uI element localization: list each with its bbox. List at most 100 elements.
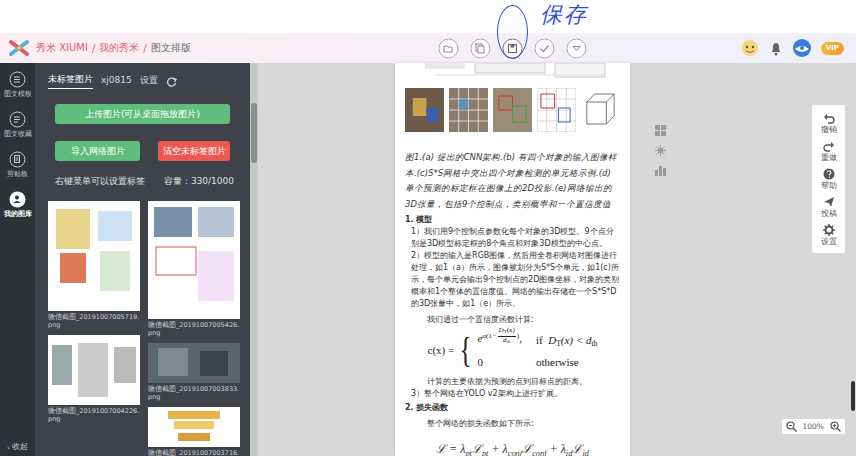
- library-tab[interactable]: 设置: [140, 74, 158, 89]
- tool-label[interactable]: 撤销: [821, 125, 837, 134]
- formula-token: pt: [465, 449, 472, 456]
- frac-num-tail: (x): [507, 326, 515, 334]
- library-tab[interactable]: 未标签图片: [48, 73, 93, 89]
- submit-icon[interactable]: [823, 196, 835, 208]
- zoom-in-icon[interactable]: [830, 421, 841, 432]
- nav-item[interactable]: 我的图库: [0, 191, 35, 231]
- image-thumbnail[interactable]: [48, 201, 140, 311]
- breadcrumb-item[interactable]: 秀米 XIUMI: [36, 41, 88, 55]
- check-icon[interactable]: [534, 38, 555, 59]
- image-item[interactable]: 微信截图_20191007003716.png: [148, 407, 240, 456]
- case-value: 0: [477, 356, 521, 368]
- figure-panel: [405, 88, 444, 132]
- exp-base: e: [477, 332, 482, 344]
- vip-badge[interactable]: VIP: [821, 42, 844, 55]
- image-item[interactable]: 微信截图_20191007005426.png: [148, 201, 240, 337]
- library-scrollbar[interactable]: [250, 63, 258, 456]
- annotation-strip: 保存: [0, 0, 856, 33]
- toolbar-button[interactable]: [438, 38, 459, 59]
- image-thumbnail[interactable]: [148, 407, 240, 447]
- nav-label[interactable]: 剪贴板: [7, 170, 28, 179]
- help-icon[interactable]: [823, 168, 835, 180]
- more-icon[interactable]: [566, 38, 587, 59]
- toolbar-button[interactable]: [534, 38, 555, 59]
- image-thumbnail[interactable]: [148, 343, 240, 383]
- logo-icon[interactable]: [8, 39, 30, 57]
- tool-button[interactable]: 重做: [821, 137, 837, 165]
- side-nav: 图文模板图文收藏剪贴板我的图库 ‹收起: [0, 63, 35, 456]
- user-avatar-icon[interactable]: [792, 38, 812, 58]
- settings-icon[interactable]: [823, 224, 835, 236]
- image-thumbnail[interactable]: [48, 335, 140, 405]
- nav-label[interactable]: 图文收藏: [4, 130, 32, 139]
- templates-icon[interactable]: [9, 71, 26, 88]
- tool-label[interactable]: 重做: [821, 153, 837, 162]
- tool-button[interactable]: 设置: [821, 221, 837, 249]
- nav-item[interactable]: 剪贴板: [0, 151, 35, 191]
- nav-item[interactable]: 图文收藏: [0, 111, 35, 151]
- open-icon[interactable]: [438, 38, 459, 59]
- frac-den-sub: th: [507, 339, 511, 344]
- toolbar-button[interactable]: [566, 38, 587, 59]
- scroll-thumb[interactable]: [251, 103, 257, 163]
- section-heading: 1. 模型: [405, 214, 620, 226]
- breadcrumb-item[interactable]: 图文排版: [151, 41, 191, 55]
- nav-label[interactable]: 图文模板: [4, 90, 32, 99]
- save-icon[interactable]: [502, 38, 523, 59]
- image-library: 未标签图片 xj0815 设置上传图片(可从桌面拖放图片) 导入网络图片清空未标签图片…: [35, 63, 250, 456]
- chevron-left-icon[interactable]: ‹: [7, 443, 10, 452]
- tool-button[interactable]: 帮助: [821, 165, 837, 193]
- nav-label[interactable]: 我的图库: [4, 210, 32, 219]
- cond-if: if: [536, 334, 543, 346]
- breadcrumb-separator: /: [92, 43, 95, 54]
- refresh-icon[interactable]: [166, 76, 177, 87]
- collapse-label[interactable]: 收起: [12, 442, 28, 452]
- page-scrollbar[interactable]: [851, 381, 855, 411]
- grid-icon[interactable]: [655, 125, 666, 136]
- tool-button[interactable]: 撤销: [821, 109, 837, 137]
- collapse-button[interactable]: ‹收起: [7, 442, 28, 456]
- image-thumbnail[interactable]: [148, 201, 240, 319]
- image-caption: 微信截图_20191007004226.png: [48, 407, 140, 423]
- case-condition: otherwise: [536, 356, 598, 368]
- upload-button[interactable]: 上传图片(可从桌面拖放图片): [55, 104, 230, 124]
- undo-icon[interactable]: [823, 112, 835, 124]
- library-tab[interactable]: xj0815: [101, 75, 132, 87]
- editor-toolbar: [438, 38, 587, 59]
- image-item[interactable]: 微信截图_20191007004226.png: [48, 335, 140, 423]
- avatar-icon[interactable]: [740, 39, 760, 57]
- formula-token: pt: [482, 449, 489, 456]
- tool-label[interactable]: 投稿: [821, 209, 837, 218]
- image-item[interactable]: 微信截图_20191007005719.png: [48, 201, 140, 329]
- capacity-text: 容量：330/1000: [164, 175, 234, 188]
- formula-token: + λ: [547, 442, 566, 456]
- breadcrumb-item[interactable]: 我的秀米: [99, 41, 139, 55]
- figure-panel: [537, 88, 576, 132]
- nav-item[interactable]: 图文模板: [0, 71, 35, 111]
- frac-num-sub: T: [504, 330, 507, 335]
- tool-label[interactable]: 设置: [821, 237, 837, 246]
- toolbar-button[interactable]: [502, 38, 523, 59]
- sparkle-icon[interactable]: [655, 145, 666, 156]
- chart-icon[interactable]: [655, 165, 666, 176]
- image-caption: 微信截图_20191007005719.png: [48, 313, 140, 329]
- toolbar-button[interactable]: [470, 38, 491, 59]
- clear-button[interactable]: 清空未标签图片: [158, 141, 230, 161]
- document-page[interactable]: 图1.(a) 提出的CNN架构.(b) 有四个对象的输入图像样本.(c)S*S网…: [395, 63, 630, 456]
- bell-icon[interactable]: [769, 40, 783, 56]
- import-button[interactable]: 导入网络图片: [55, 141, 140, 161]
- tool-button[interactable]: 投稿: [821, 193, 837, 221]
- tool-label[interactable]: 帮助: [821, 181, 837, 190]
- zoom-out-icon[interactable]: [786, 421, 797, 432]
- clipboard-icon[interactable]: [9, 151, 26, 168]
- favorites-icon[interactable]: [9, 111, 26, 128]
- formula-token: ℒ: [472, 442, 482, 456]
- cond-lhs: D: [548, 334, 556, 346]
- loss-formula: ℒ = λptℒpt + λconfℒconf + λidℒid: [405, 440, 620, 456]
- image-item[interactable]: 微信截图_20191007003833.png: [148, 343, 240, 401]
- gallery-icon[interactable]: [9, 191, 26, 208]
- confidence-formula: c(x) ={eα(1−DT(x)dth),if DT(x) < dth0oth…: [405, 332, 620, 368]
- redo-icon[interactable]: [823, 140, 835, 152]
- copy-icon[interactable]: [470, 38, 491, 59]
- image-caption: 微信截图_20191007003716.png: [148, 449, 240, 456]
